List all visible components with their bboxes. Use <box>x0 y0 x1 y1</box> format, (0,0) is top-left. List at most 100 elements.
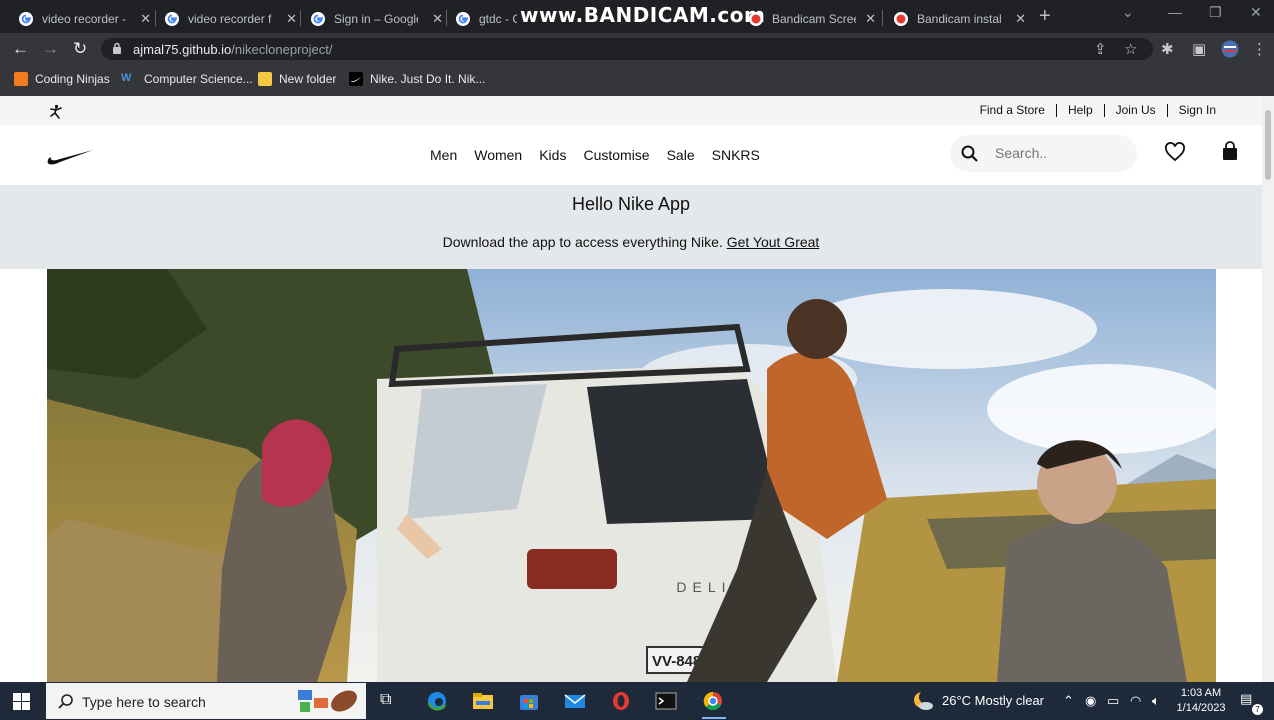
bookmark-computer-science[interactable]: W Computer Science... <box>121 72 253 86</box>
url-text[interactable]: ajmal75.github.io/nikecloneproject/ <box>133 42 332 57</box>
page-scrollbar[interactable] <box>1262 96 1274 682</box>
menu-item-snkrs[interactable]: SNKRS <box>712 147 760 163</box>
windows-taskbar: Type here to search ⧉ 26°C Mostly clear … <box>0 682 1274 720</box>
bookmark-label: Nike. Just Do It. Nik... <box>370 72 486 86</box>
top-utility-bar: Find a Store Help Join Us Sign In <box>0 96 1262 125</box>
close-tab-icon[interactable]: ✕ <box>1015 11 1026 27</box>
bookmark-star-icon[interactable]: ☆ <box>1124 40 1137 58</box>
bookmark-nike[interactable]: Nike. Just Do It. Nik... <box>349 72 485 86</box>
browser-tab-strip: video recorder - ✕ video recorder fo ✕ S… <box>0 0 1274 33</box>
weather-text[interactable]: 26°C Mostly clear <box>942 693 1044 708</box>
join-us-link[interactable]: Join Us <box>1105 104 1168 117</box>
folder-icon <box>258 72 272 86</box>
back-arrow-icon[interactable]: ← <box>12 39 29 59</box>
file-explorer-icon[interactable] <box>472 691 494 711</box>
banner-title: Hello Nike App <box>571 194 691 214</box>
menu-item-women[interactable]: Women <box>474 147 522 163</box>
browser-tab[interactable]: video recorder fo ✕ <box>146 5 301 33</box>
banner-text: Download the app to access everything Ni… <box>0 234 1262 250</box>
side-panel-icon[interactable]: ▣ <box>1192 40 1206 58</box>
nike-icon <box>349 72 363 86</box>
google-icon <box>311 12 325 26</box>
extensions-icon[interactable]: ✱ <box>1161 40 1174 58</box>
bookmark-label: Coding Ninjas <box>35 72 110 86</box>
bookmark-label: Computer Science... <box>144 72 253 86</box>
tab-title: Bandicam Screen <box>772 12 856 26</box>
url-path: /nikecloneproject/ <box>231 42 333 57</box>
browser-menu-icon[interactable]: ⋮ <box>1252 40 1267 58</box>
banner-link[interactable]: Get Yout Great <box>727 234 820 250</box>
browser-tab[interactable]: Bandicam Screen ✕ <box>730 5 880 33</box>
hero-image[interactable]: VV-848-VA DELIC <box>47 269 1216 682</box>
scrollbar-thumb[interactable] <box>1265 110 1271 180</box>
wm-icon: W <box>121 72 132 84</box>
bookmark-coding-ninjas[interactable]: Coding Ninjas <box>14 72 110 86</box>
opera-icon[interactable] <box>610 691 632 711</box>
menu-item-sale[interactable]: Sale <box>667 147 695 163</box>
tab-title: video recorder - <box>42 12 126 26</box>
hero-illustration: VV-848-VA DELIC <box>47 269 1216 682</box>
new-tab-button[interactable]: + <box>1039 5 1051 28</box>
bandicam-icon <box>894 12 908 26</box>
sign-in-link[interactable]: Sign In <box>1168 104 1216 117</box>
active-app-indicator <box>702 717 726 719</box>
windows-start-icon[interactable] <box>13 693 30 710</box>
browser-tab[interactable]: Bandicam install ✕ <box>875 5 1030 33</box>
reload-icon[interactable]: ↻ <box>73 39 87 59</box>
meet-now-icon[interactable]: ◉ <box>1085 693 1096 709</box>
search-highlight-icon <box>298 690 357 712</box>
minimize-button[interactable]: — <box>1168 4 1182 20</box>
google-icon <box>456 12 470 26</box>
nike-swoosh-logo-icon[interactable] <box>46 148 94 166</box>
jordan-logo-icon[interactable] <box>47 104 65 122</box>
google-icon <box>165 12 179 26</box>
search-icon[interactable] <box>961 145 978 162</box>
page-viewport: Find a Store Help Join Us Sign In Men Wo… <box>0 96 1262 682</box>
wifi-icon[interactable]: ◠ <box>1130 693 1141 709</box>
battery-icon[interactable]: ▭ <box>1107 693 1119 709</box>
weather-moon-icon[interactable] <box>912 691 934 711</box>
taskbar-search-box[interactable]: Type here to search <box>46 683 366 719</box>
browser-tab[interactable]: gtdc - G <box>437 5 517 33</box>
volume-icon[interactable]: 🔈︎ <box>1152 693 1160 709</box>
mail-icon[interactable] <box>564 691 586 711</box>
url-host: ajmal75.github.io <box>133 42 232 57</box>
terminal-icon[interactable] <box>655 691 677 711</box>
chrome-icon[interactable] <box>702 691 724 711</box>
task-view-icon[interactable]: ⧉ <box>380 691 402 711</box>
tab-title: video recorder fo <box>188 12 272 26</box>
google-icon <box>19 12 33 26</box>
bookmark-new-folder[interactable]: New folder <box>258 72 336 86</box>
shopping-bag-icon[interactable] <box>1220 141 1240 161</box>
profile-avatar-icon[interactable] <box>1220 40 1240 58</box>
menu-item-men[interactable]: Men <box>430 147 457 163</box>
menu-item-kids[interactable]: Kids <box>539 147 566 163</box>
microsoft-store-icon[interactable] <box>518 691 540 711</box>
menu-item-customise[interactable]: Customise <box>583 147 649 163</box>
close-window-button[interactable]: ✕ <box>1250 4 1262 21</box>
app-promo-banner: Hello Nike App Download the app to acces… <box>0 185 1262 269</box>
help-link[interactable]: Help <box>1057 104 1105 117</box>
forward-arrow-icon[interactable]: → <box>42 39 59 59</box>
edge-icon[interactable] <box>426 691 448 711</box>
favorites-heart-icon[interactable] <box>1164 142 1186 162</box>
tab-search-icon[interactable]: ⌄ <box>1122 4 1134 21</box>
main-navigation: Men Women Kids Customise Sale SNKRS <box>0 125 1262 185</box>
bandicam-icon <box>749 12 763 26</box>
lock-icon[interactable] <box>112 42 122 54</box>
restore-button[interactable]: ❐ <box>1209 4 1222 21</box>
clock-date: 1/14/2023 <box>1176 702 1226 714</box>
search-box[interactable] <box>950 135 1137 172</box>
system-clock[interactable]: 1:03 AM 1/14/2023 <box>1172 686 1230 716</box>
browser-tab[interactable]: video recorder - ✕ <box>0 5 155 33</box>
banner-description: Download the app to access everything Ni… <box>442 234 727 250</box>
find-a-store-link[interactable]: Find a Store <box>969 104 1057 117</box>
share-icon[interactable]: ⇪ <box>1094 40 1107 58</box>
category-menu: Men Women Kids Customise Sale SNKRS <box>430 147 777 163</box>
search-icon <box>58 694 73 709</box>
tab-title: Bandicam install <box>917 12 1001 26</box>
notification-count-badge: 7 <box>1252 704 1263 715</box>
browser-tab[interactable]: Sign in – Google ✕ <box>292 5 447 33</box>
search-input[interactable] <box>993 144 1127 162</box>
show-hidden-icons-icon[interactable]: ⌃ <box>1063 693 1074 709</box>
